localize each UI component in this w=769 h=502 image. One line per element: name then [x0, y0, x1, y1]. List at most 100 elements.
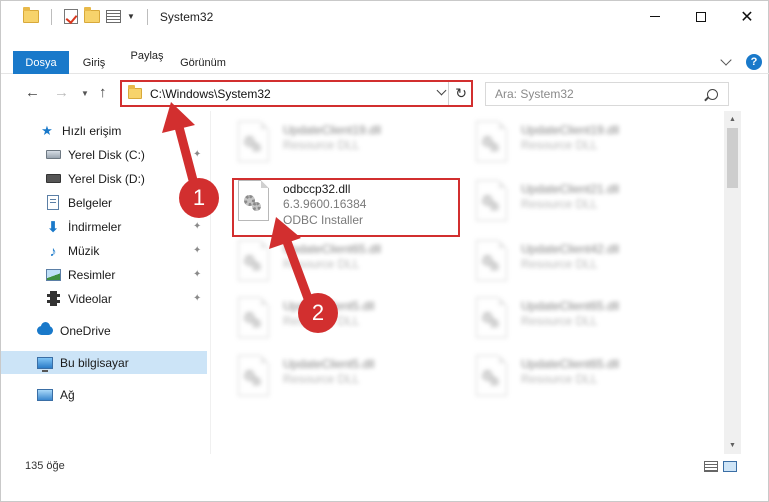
file-name: UpdateClient5.dll — [283, 357, 375, 371]
properties-check-icon[interactable] — [64, 9, 78, 24]
title-bar: ▼ System32 ✕ — [1, 1, 769, 32]
file-name: UpdateClient21.dll — [521, 182, 620, 196]
sidebar-item-pictures[interactable]: Resimler ✦ — [1, 263, 207, 286]
maximize-icon — [696, 11, 706, 22]
videos-icon — [45, 291, 61, 306]
sidebar-item-local-disk-c[interactable]: Yerel Disk (C:) ✦ — [1, 143, 207, 166]
scroll-up-icon[interactable]: ▲ — [724, 111, 741, 128]
list-item[interactable]: UpdateClient65.dll Resource DLL — [238, 240, 466, 296]
sidebar-item-label: İndirmeler — [68, 219, 122, 234]
details-view-icon[interactable] — [704, 461, 718, 472]
search-input[interactable] — [486, 87, 707, 101]
sidebar-item-label: Hızlı erişim — [62, 123, 122, 138]
computer-icon — [37, 356, 53, 372]
file-type: Resource DLL — [521, 257, 598, 271]
sidebar-item-network[interactable]: Ağ — [1, 383, 207, 406]
address-bar[interactable]: C:\Windows\System32 ↻ — [120, 80, 473, 107]
list-item[interactable]: UpdateClient19.dll Resource DLL — [476, 121, 704, 177]
sidebar-item-onedrive[interactable]: OneDrive — [1, 319, 207, 342]
list-item[interactable]: UpdateClient5.dllResource DLL — [238, 297, 466, 353]
sidebar-item-label: Yerel Disk (D:) — [68, 171, 145, 186]
file-name: UpdateClient19.dll — [283, 123, 382, 137]
tab-home[interactable]: Giriş — [69, 51, 119, 74]
list-item[interactable]: UpdateClient65.dll Resource DLL — [476, 297, 704, 353]
recent-locations-dropdown-icon[interactable]: ▼ — [81, 89, 89, 98]
file-type: Resource DLL — [521, 138, 598, 152]
scroll-thumb[interactable] — [727, 128, 738, 188]
close-button[interactable]: ✕ — [724, 1, 769, 32]
back-arrow-icon[interactable]: ← — [25, 84, 40, 101]
list-item[interactable]: UpdateClient5.dllResource DLL — [238, 355, 466, 411]
sidebar-item-label: Bu bilgisayar — [60, 355, 129, 370]
new-folder-icon[interactable] — [84, 7, 100, 23]
sidebar-item-videos[interactable]: Videolar ✦ — [1, 287, 207, 310]
item-count: 135 öğe — [25, 460, 65, 472]
scroll-down-icon[interactable]: ▼ — [724, 437, 741, 454]
search-icon[interactable] — [707, 88, 718, 100]
music-icon: ♪ — [49, 242, 57, 259]
pin-icon[interactable]: ✦ — [193, 245, 201, 255]
large-icons-view-icon[interactable] — [723, 461, 737, 472]
list-item[interactable]: UpdateClient21.dll Resource DLL — [476, 180, 704, 236]
minimize-button[interactable] — [632, 1, 678, 32]
step-1-badge: 1 — [179, 178, 219, 218]
sidebar-item-downloads[interactable]: ⬇ İndirmeler ✦ — [1, 215, 207, 238]
pin-icon[interactable]: ✦ — [193, 293, 201, 303]
folder-icon — [128, 85, 142, 99]
explorer-window: ▼ System32 ✕ Dosya Giriş Paylaş Görünüm … — [0, 0, 769, 502]
tab-share[interactable]: Paylaş — [119, 50, 175, 62]
address-history-dropdown-icon[interactable] — [436, 85, 447, 96]
close-icon: ✕ — [740, 8, 754, 26]
tab-file[interactable]: Dosya — [13, 51, 69, 74]
sidebar-item-label: Belgeler — [68, 195, 113, 210]
download-icon: ⬇ — [46, 218, 60, 236]
sidebar-item-quick-access[interactable]: ★ Hızlı erişim — [1, 119, 207, 142]
documents-icon — [45, 195, 61, 210]
file-type: Resource DLL — [521, 314, 598, 328]
file-name: UpdateClient65.dll — [521, 299, 620, 313]
help-icon[interactable]: ? — [746, 54, 762, 70]
step-2-badge: 2 — [298, 293, 338, 333]
forward-arrow-icon[interactable]: → — [54, 84, 69, 101]
sidebar-item-label: Videolar — [68, 291, 112, 306]
file-type: Resource DLL — [521, 372, 598, 386]
separator — [51, 8, 52, 25]
pin-icon[interactable]: ✦ — [193, 221, 201, 231]
tab-view[interactable]: Görünüm — [175, 51, 231, 74]
file-name: UpdateClient65.dll — [283, 242, 382, 256]
status-bar: 135 öğe — [1, 454, 769, 478]
expand-ribbon-chevron-icon[interactable] — [720, 54, 732, 66]
file-name: UpdateClient19.dll — [521, 123, 620, 137]
drive-icon — [45, 148, 61, 162]
list-item[interactable]: UpdateClient65.dll Resource DLL — [476, 355, 704, 411]
sidebar-item-this-pc[interactable]: Bu bilgisayar — [1, 351, 207, 374]
list-item[interactable]: UpdateClient19.dll Resource DLL — [238, 121, 466, 177]
sidebar-item-music[interactable]: ♪ Müzik ✦ — [1, 239, 207, 262]
vertical-scrollbar[interactable]: ▲ ▼ — [724, 111, 741, 454]
separator — [448, 82, 449, 105]
sidebar-item-local-disk-d[interactable]: Yerel Disk (D:) — [1, 167, 207, 190]
file-type: Resource DLL — [283, 372, 360, 386]
file-type: Resource DLL — [521, 197, 598, 211]
customize-toolbar-dropdown-icon[interactable]: ▼ — [127, 12, 135, 21]
file-name: UpdateClient65.dll — [521, 357, 620, 371]
pin-icon[interactable]: ✦ — [193, 149, 201, 159]
sidebar-item-documents[interactable]: Belgeler ✦ — [1, 191, 207, 214]
properties-list-icon[interactable] — [106, 10, 121, 23]
folder-icon — [23, 7, 39, 23]
pin-icon[interactable]: ✦ — [193, 269, 201, 279]
search-box[interactable] — [485, 82, 729, 106]
ribbon-right-controls: ? — [720, 54, 762, 70]
quick-access-toolbar: ▼ System32 — [1, 7, 213, 25]
ribbon-tabs: Dosya Giriş Paylaş Görünüm — [1, 32, 769, 74]
maximize-button[interactable] — [678, 1, 724, 32]
up-arrow-icon[interactable]: ↑ — [99, 84, 107, 101]
highlight-box — [232, 178, 460, 237]
address-path[interactable]: C:\Windows\System32 — [150, 87, 271, 101]
file-type: Resource DLL — [283, 138, 360, 152]
list-item[interactable]: UpdateClient42.dll Resource DLL — [476, 240, 704, 296]
navigation-bar: ← → ▼ ↑ C:\Windows\System32 ↻ — [1, 75, 769, 111]
star-icon: ★ — [41, 122, 53, 138]
refresh-icon[interactable]: ↻ — [455, 85, 467, 102]
sidebar-item-label: Ağ — [60, 387, 75, 402]
